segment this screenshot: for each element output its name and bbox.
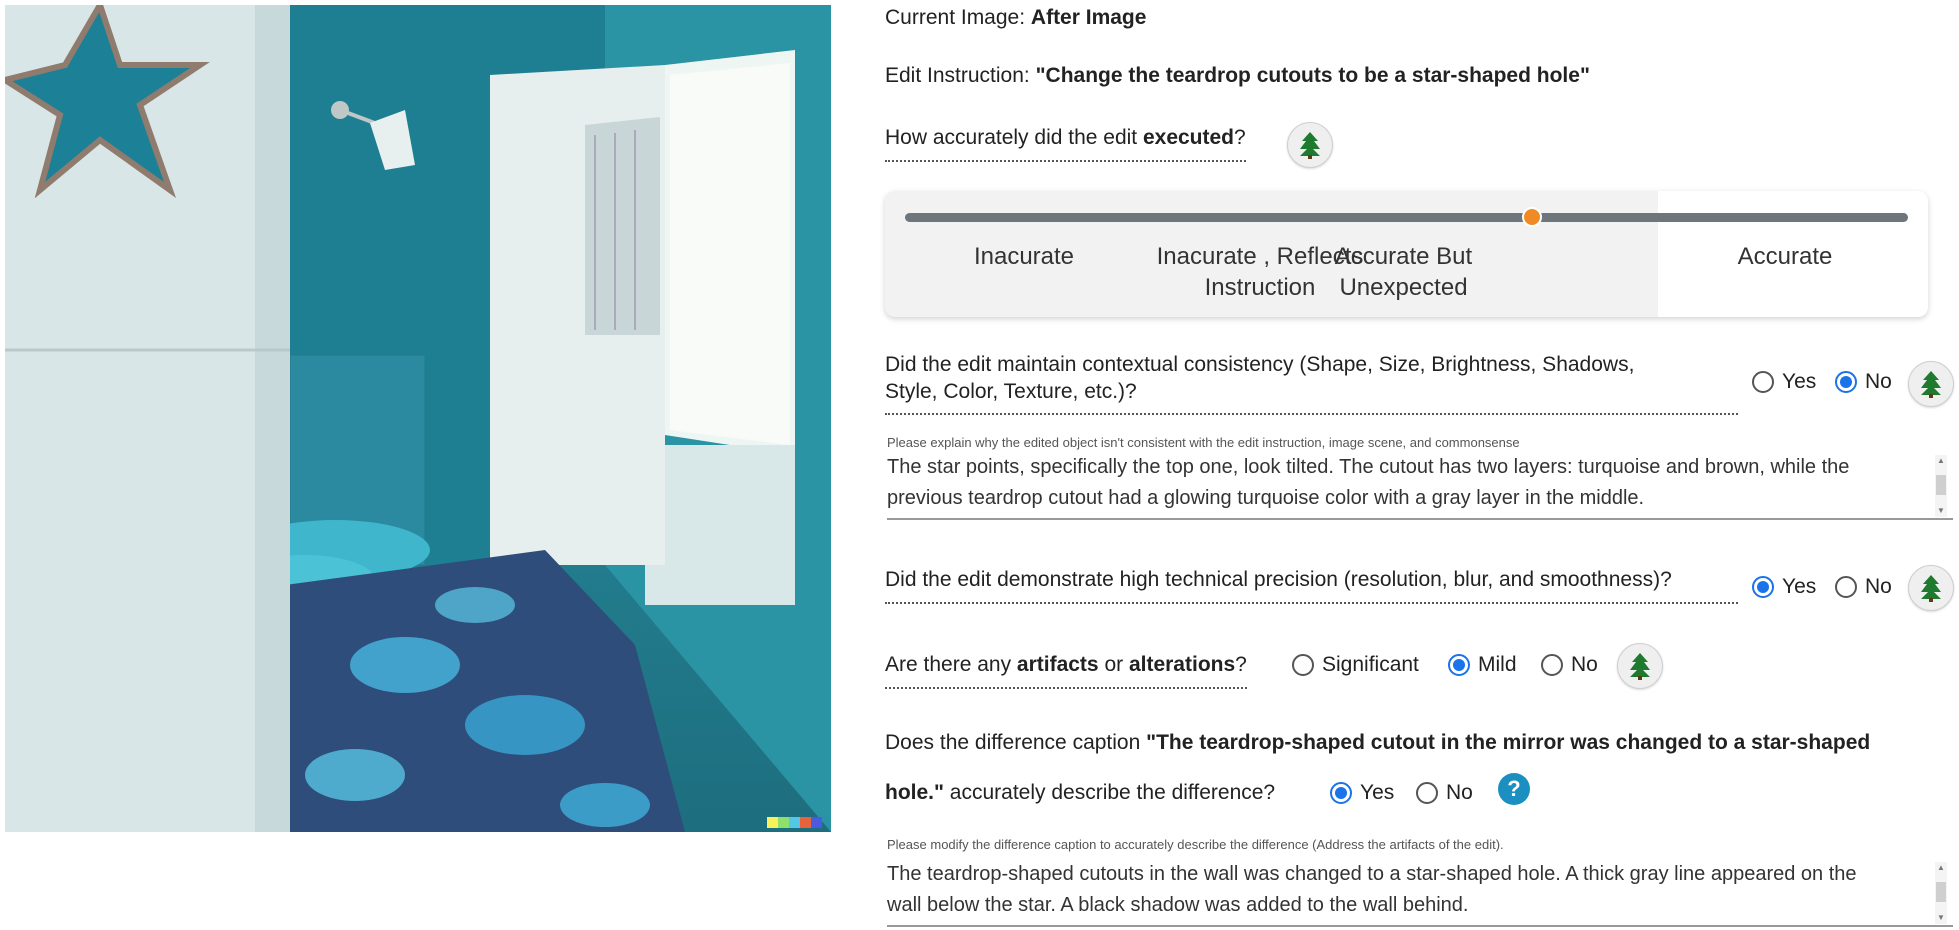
consistency-explain-line2: previous teardrop cutout had a glowing t… bbox=[887, 487, 1645, 509]
artifacts-mild-radio[interactable]: Mild bbox=[1448, 653, 1517, 677]
tree-icon bbox=[1300, 132, 1320, 159]
caption-quote-part2: hole." bbox=[885, 781, 944, 804]
artifacts-question-mid: or bbox=[1098, 653, 1129, 676]
scroll-up-arrow[interactable]: ▲ bbox=[1935, 862, 1947, 874]
caption-yes-radio[interactable]: Yes bbox=[1330, 781, 1394, 805]
precision-hint-button[interactable] bbox=[1908, 565, 1954, 611]
caption-question-line2: hole." accurately describe the differenc… bbox=[885, 781, 1275, 805]
caption-question-post: accurately describe the difference? bbox=[943, 781, 1276, 804]
precision-no-radio[interactable]: No bbox=[1835, 575, 1892, 599]
precision-no-label: No bbox=[1865, 575, 1892, 598]
artifacts-mild-label: Mild bbox=[1478, 653, 1517, 676]
current-image-line: Current Image: After Image bbox=[885, 6, 1146, 30]
radio-circle bbox=[1752, 371, 1774, 393]
consistency-explain-line1: The star points, specifically the top on… bbox=[887, 456, 1850, 478]
caption-no-label: No bbox=[1446, 781, 1473, 804]
caption-modify-textarea[interactable]: The teardrop-shaped cutouts in the wall … bbox=[887, 859, 1953, 927]
accuracy-question-bold: executed bbox=[1142, 126, 1235, 149]
caption-yes-label: Yes bbox=[1360, 781, 1395, 804]
tree-icon bbox=[1921, 575, 1941, 602]
current-image-value: After Image bbox=[1030, 6, 1147, 29]
edit-instruction-value: "Change the teardrop cutouts to be a sta… bbox=[1035, 64, 1590, 87]
caption-no-radio[interactable]: No bbox=[1416, 781, 1473, 805]
caption-modify-scrollbar[interactable]: ▲ ▼ bbox=[1935, 862, 1947, 924]
consistency-yes-label: Yes bbox=[1782, 370, 1817, 393]
radio-circle-selected bbox=[1752, 576, 1774, 598]
precision-yes-radio[interactable]: Yes bbox=[1752, 575, 1816, 599]
radio-circle bbox=[1541, 654, 1563, 676]
caption-modify-line2: wall below the star. A black shadow was … bbox=[887, 894, 1469, 916]
consistency-explain-hint: Please explain why the edited object isn… bbox=[887, 435, 1520, 450]
artifacts-question-pre: Are there any bbox=[885, 653, 1017, 676]
artifacts-no-radio[interactable]: No bbox=[1541, 653, 1598, 677]
accuracy-question-text: How accurately did the edit bbox=[885, 126, 1143, 149]
accuracy-slider[interactable]: Inacurate Inacurate , Reflects Instructi… bbox=[885, 191, 1928, 317]
radio-circle-selected bbox=[1835, 371, 1857, 393]
consistency-question-line1: Did the edit maintain contextual consist… bbox=[885, 353, 1635, 376]
consistency-hint-button[interactable] bbox=[1908, 361, 1954, 407]
radio-circle bbox=[1292, 654, 1314, 676]
tree-icon bbox=[1921, 371, 1941, 398]
scroll-thumb[interactable] bbox=[1936, 882, 1946, 902]
scroll-up-arrow[interactable]: ▲ bbox=[1935, 455, 1947, 467]
artifacts-question: Are there any artifacts or alterations? bbox=[885, 653, 1247, 689]
precision-question: Did the edit demonstrate high technical … bbox=[885, 568, 1738, 604]
precision-yes-label: Yes bbox=[1782, 575, 1817, 598]
scroll-down-arrow[interactable]: ▼ bbox=[1935, 912, 1947, 924]
consistency-no-radio[interactable]: No bbox=[1835, 370, 1892, 394]
consistency-explain-scrollbar[interactable]: ▲ ▼ bbox=[1935, 455, 1947, 517]
current-image-label: Current Image: bbox=[885, 6, 1026, 29]
consistency-explain-textarea[interactable]: The star points, specifically the top on… bbox=[887, 452, 1953, 520]
artifacts-question-bold2: alterations bbox=[1128, 653, 1236, 676]
artifacts-question-bold1: artifacts bbox=[1016, 653, 1099, 676]
consistency-no-label: No bbox=[1865, 370, 1892, 393]
radio-circle-selected bbox=[1330, 782, 1352, 804]
artifacts-significant-radio[interactable]: Significant bbox=[1292, 653, 1419, 677]
accuracy-hint-button[interactable] bbox=[1287, 122, 1333, 168]
artifacts-significant-label: Significant bbox=[1322, 653, 1419, 676]
consistency-yes-radio[interactable]: Yes bbox=[1752, 370, 1816, 394]
tree-icon bbox=[1630, 653, 1650, 680]
scroll-down-arrow[interactable]: ▼ bbox=[1935, 505, 1947, 517]
caption-modify-line1: The teardrop-shaped cutouts in the wall … bbox=[887, 863, 1857, 885]
caption-question-pre: Does the difference caption bbox=[885, 731, 1147, 754]
edit-instruction-line: Edit Instruction: "Change the teardrop c… bbox=[885, 64, 1590, 88]
slider-track[interactable] bbox=[905, 213, 1908, 222]
evaluation-form: Current Image: After Image Edit Instruct… bbox=[0, 0, 1959, 930]
slider-option-accurate[interactable]: Accurate bbox=[1665, 241, 1905, 272]
artifacts-no-label: No bbox=[1571, 653, 1598, 676]
caption-question-line1: Does the difference caption "The teardro… bbox=[885, 731, 1870, 755]
scroll-thumb[interactable] bbox=[1936, 475, 1946, 495]
slider-option-inaccurate[interactable]: Inacurate bbox=[904, 241, 1144, 272]
radio-circle-selected bbox=[1448, 654, 1470, 676]
accuracy-question: How accurately did the edit executed? bbox=[885, 126, 1246, 162]
slider-thumb[interactable] bbox=[1521, 207, 1542, 227]
artifacts-question-mark: ? bbox=[1235, 653, 1247, 676]
artifacts-hint-button[interactable] bbox=[1617, 643, 1663, 689]
caption-modify-hint: Please modify the difference caption to … bbox=[887, 837, 1504, 852]
radio-circle bbox=[1416, 782, 1438, 804]
edit-instruction-label: Edit Instruction: bbox=[885, 64, 1030, 87]
caption-quote-part1: "The teardrop-shaped cutout in the mirro… bbox=[1146, 731, 1871, 754]
slider-option-accurate-unexpected[interactable]: Accurate But Unexpected bbox=[1301, 241, 1506, 303]
accuracy-question-mark: ? bbox=[1234, 126, 1246, 149]
consistency-question: Did the edit maintain contextual consist… bbox=[885, 351, 1738, 415]
radio-circle bbox=[1835, 576, 1857, 598]
help-icon[interactable]: ? bbox=[1498, 773, 1530, 805]
consistency-question-line2: Style, Color, Texture, etc.)? bbox=[885, 380, 1137, 403]
